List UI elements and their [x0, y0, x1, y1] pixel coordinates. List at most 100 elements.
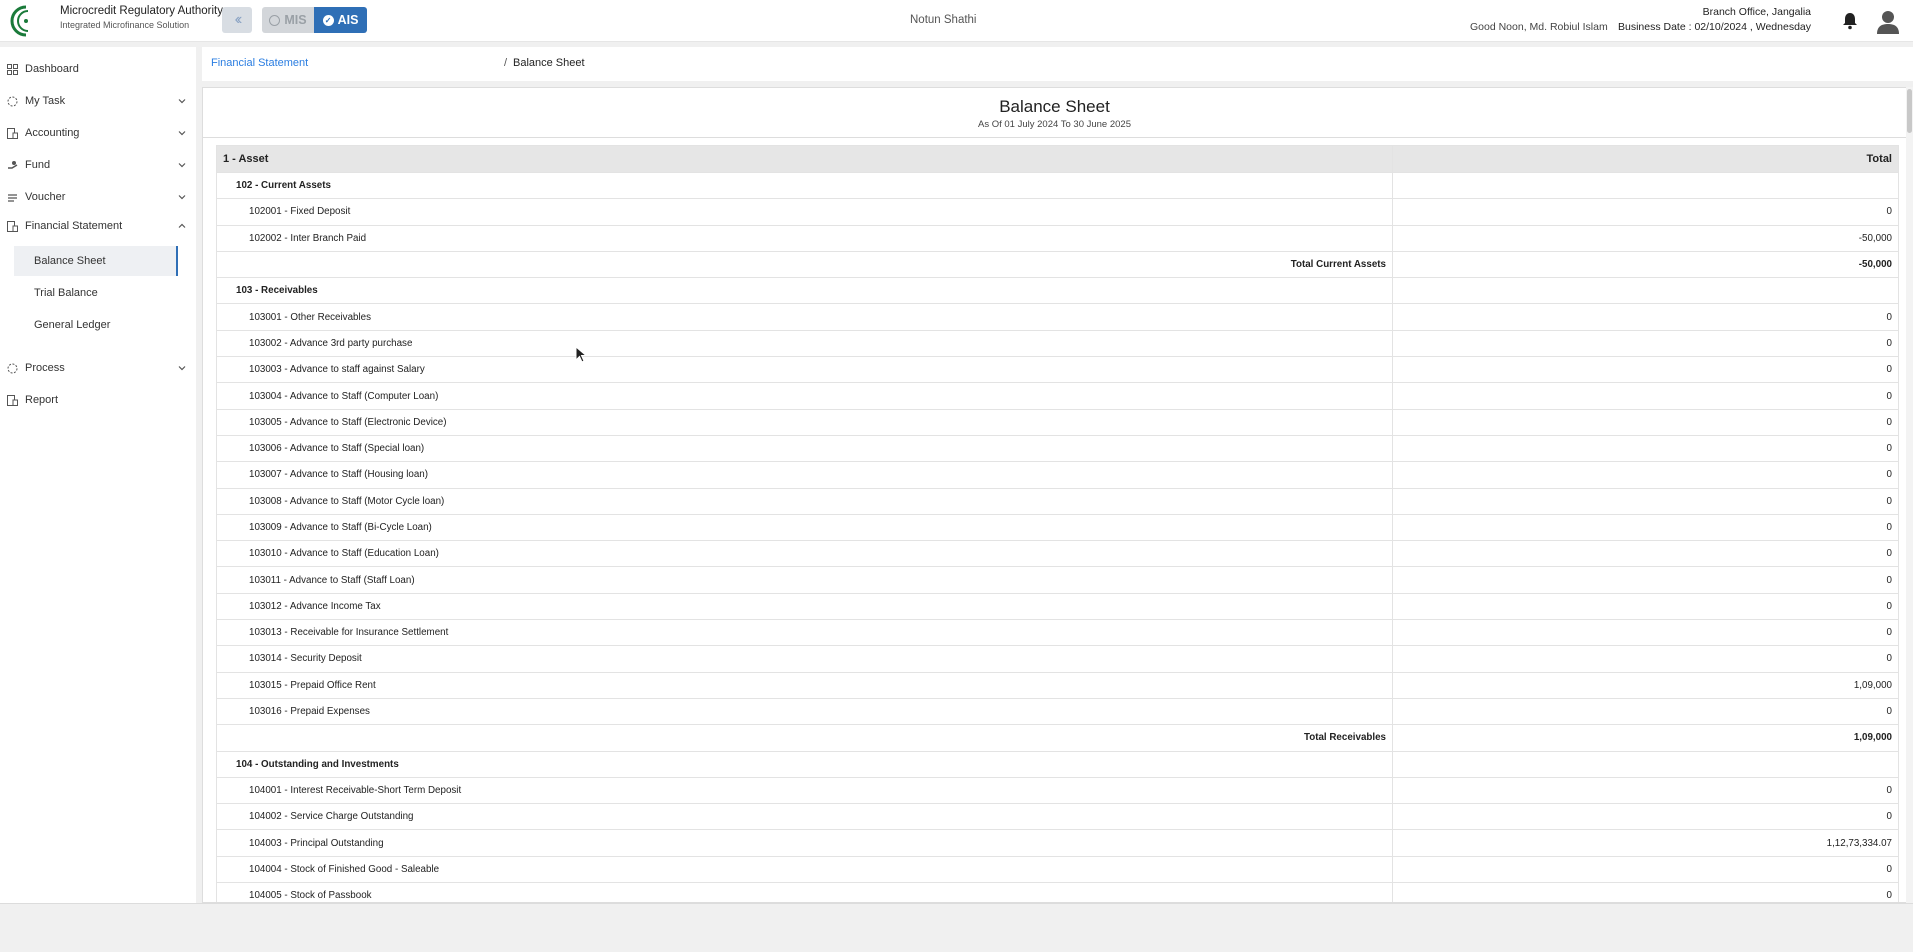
row-value: 1,09,000: [1392, 724, 1899, 752]
collapse-sidebar-button[interactable]: ‹‹: [222, 7, 252, 33]
table-row: 103006 - Advance to Staff (Special loan)…: [216, 434, 1899, 463]
report-period: As Of 01 July 2024 To 30 June 2025: [978, 119, 1131, 130]
breadcrumb-current: Balance Sheet: [513, 57, 585, 69]
table-row: 103009 - Advance to Staff (Bi-Cycle Loan…: [216, 513, 1899, 542]
chevron-down-icon: [178, 195, 186, 200]
total-row: Total Current Assets -50,000: [216, 250, 1899, 279]
row-value: [1392, 750, 1899, 778]
table-row: 103002 - Advance 3rd party purchase 0: [216, 329, 1899, 358]
row-value: 1,09,000: [1392, 671, 1899, 699]
row-value: 0: [1392, 382, 1899, 410]
chevron-down-icon: [178, 366, 186, 371]
row-value: 1,12,73,334.07: [1392, 829, 1899, 857]
table-row: 104004 - Stock of Finished Good - Saleab…: [216, 855, 1899, 884]
row-label: 104005 - Stock of Passbook: [216, 882, 1393, 902]
row-label: 103006 - Advance to Staff (Special loan): [216, 434, 1393, 463]
sidebar-item-accounting[interactable]: Accounting: [0, 121, 196, 145]
row-value: 0: [1392, 882, 1899, 902]
row-label: 103014 - Security Deposit: [216, 645, 1393, 673]
row-label: 103005 - Advance to Staff (Electronic De…: [216, 408, 1393, 436]
sidebar-item-report[interactable]: Report: [0, 388, 196, 412]
sidebar-subitem-general-ledger[interactable]: General Ledger: [14, 310, 178, 340]
breadcrumb-financial-statement-link[interactable]: Financial Statement: [211, 57, 308, 69]
row-value: 0: [1392, 329, 1899, 358]
row-label: 102 - Current Assets: [216, 171, 1393, 200]
business-date: Business Date : 02/10/2024 , Wednesday: [1617, 21, 1811, 33]
row-label: 103 - Receivables: [216, 277, 1393, 305]
row-value: 0: [1392, 356, 1899, 384]
sidebar-item-process[interactable]: Process: [0, 356, 196, 380]
row-label: 104004 - Stock of Finished Good - Saleab…: [216, 855, 1393, 884]
user-greeting: Good Noon, Md. Robiul Islam: [1470, 21, 1608, 33]
row-label: 103002 - Advance 3rd party purchase: [216, 329, 1393, 358]
row-label: Total Current Assets: [216, 250, 1393, 279]
row-value: 0: [1392, 645, 1899, 673]
sidebar-item-dashboard[interactable]: Dashboard: [0, 57, 196, 81]
mis-mode-button[interactable]: MIS: [262, 7, 314, 33]
row-value: 0: [1392, 540, 1899, 568]
row-label: 103007 - Advance to Staff (Housing loan): [216, 461, 1393, 489]
brand-subtitle: Integrated Microfinance Solution: [60, 20, 190, 30]
row-label: 103004 - Advance to Staff (Computer Loan…: [216, 382, 1393, 410]
bell-icon[interactable]: [1842, 12, 1858, 30]
table-row: 103007 - Advance to Staff (Housing loan)…: [216, 461, 1899, 489]
ais-mode-button[interactable]: ✓ AIS: [314, 7, 367, 33]
group-row: 102 - Current Assets: [216, 171, 1899, 200]
report-title: Balance Sheet: [999, 97, 1110, 116]
statement-icon: [7, 220, 18, 232]
row-value: 0: [1392, 513, 1899, 542]
row-value: 0: [1392, 697, 1899, 726]
sidebar-item-fund[interactable]: Fund: [0, 153, 196, 177]
scrollbar-thumb[interactable]: [1907, 89, 1912, 133]
total-row: Total Receivables 1,09,000: [216, 724, 1899, 752]
table-row: 104005 - Stock of Passbook 0: [216, 882, 1899, 902]
balance-sheet-table: 1 - Asset Total 102 - Current Assets 1020…: [216, 145, 1899, 902]
row-label: 104002 - Service Charge Outstanding: [216, 803, 1393, 831]
disabled-icon: [269, 14, 281, 26]
table-row: 103015 - Prepaid Office Rent 1,09,000: [216, 671, 1899, 699]
chevron-down-icon: [178, 99, 186, 104]
table-row: 102001 - Fixed Deposit 0: [216, 198, 1899, 226]
table-row: 103001 - Other Receivables 0: [216, 303, 1899, 331]
table-row: 103003 - Advance to staff against Salary…: [216, 356, 1899, 384]
row-label: 103008 - Advance to Staff (Motor Cycle l…: [216, 487, 1393, 515]
chevron-down-icon: [178, 163, 186, 168]
user-avatar-icon[interactable]: [1876, 9, 1900, 35]
row-value: 0: [1392, 198, 1899, 226]
sidebar-item-voucher[interactable]: Voucher: [0, 185, 196, 209]
vertical-scrollbar[interactable]: [1906, 87, 1913, 903]
report-icon: [7, 394, 18, 406]
sidebar-item-financial-statement[interactable]: Financial Statement: [0, 214, 196, 238]
table-row: 103011 - Advance to Staff (Staff Loan) 0: [216, 566, 1899, 594]
breadcrumb-separator: /: [504, 57, 508, 69]
row-label: 104 - Outstanding and Investments: [216, 750, 1393, 778]
row-value: 0: [1392, 461, 1899, 489]
sidebar-subitem-trial-balance[interactable]: Trial Balance: [14, 278, 178, 308]
sidebar-item-my-task[interactable]: My Task: [0, 89, 196, 113]
row-label: 103015 - Prepaid Office Rent: [216, 671, 1393, 699]
module-switch: MIS ✓ AIS: [262, 7, 367, 33]
table-row: 104002 - Service Charge Outstanding 0: [216, 803, 1899, 831]
row-value: 0: [1392, 803, 1899, 831]
process-icon: [7, 363, 18, 373]
row-label: 103010 - Advance to Staff (Education Loa…: [216, 540, 1393, 568]
brand-name: Microcredit Regulatory Authority: [60, 5, 223, 17]
row-value: 0: [1392, 303, 1899, 331]
row-value: -50,000: [1392, 250, 1899, 279]
sidebar-subitem-balance-sheet[interactable]: Balance Sheet: [14, 246, 178, 276]
row-value: 0: [1392, 487, 1899, 515]
table-row: 104001 - Interest Receivable-Short Term …: [216, 776, 1899, 805]
row-label: 103016 - Prepaid Expenses: [216, 697, 1393, 726]
voucher-icon: [8, 193, 17, 202]
table-row: 103014 - Security Deposit 0: [216, 645, 1899, 673]
sidebar: Dashboard My Task Accounting Fund Vouche…: [0, 47, 196, 903]
row-value: 0: [1392, 434, 1899, 463]
row-value: [1392, 277, 1899, 305]
header-total-label: Total: [1392, 145, 1899, 173]
table-row: 103004 - Advance to Staff (Computer Loan…: [216, 382, 1899, 410]
row-value: 0: [1392, 592, 1899, 621]
row-label: 103013 - Receivable for Insurance Settle…: [216, 619, 1393, 647]
header-asset-label: 1 - Asset: [216, 145, 1393, 173]
divider: [203, 137, 1906, 138]
organization-name: Notun Shathi: [910, 14, 977, 26]
